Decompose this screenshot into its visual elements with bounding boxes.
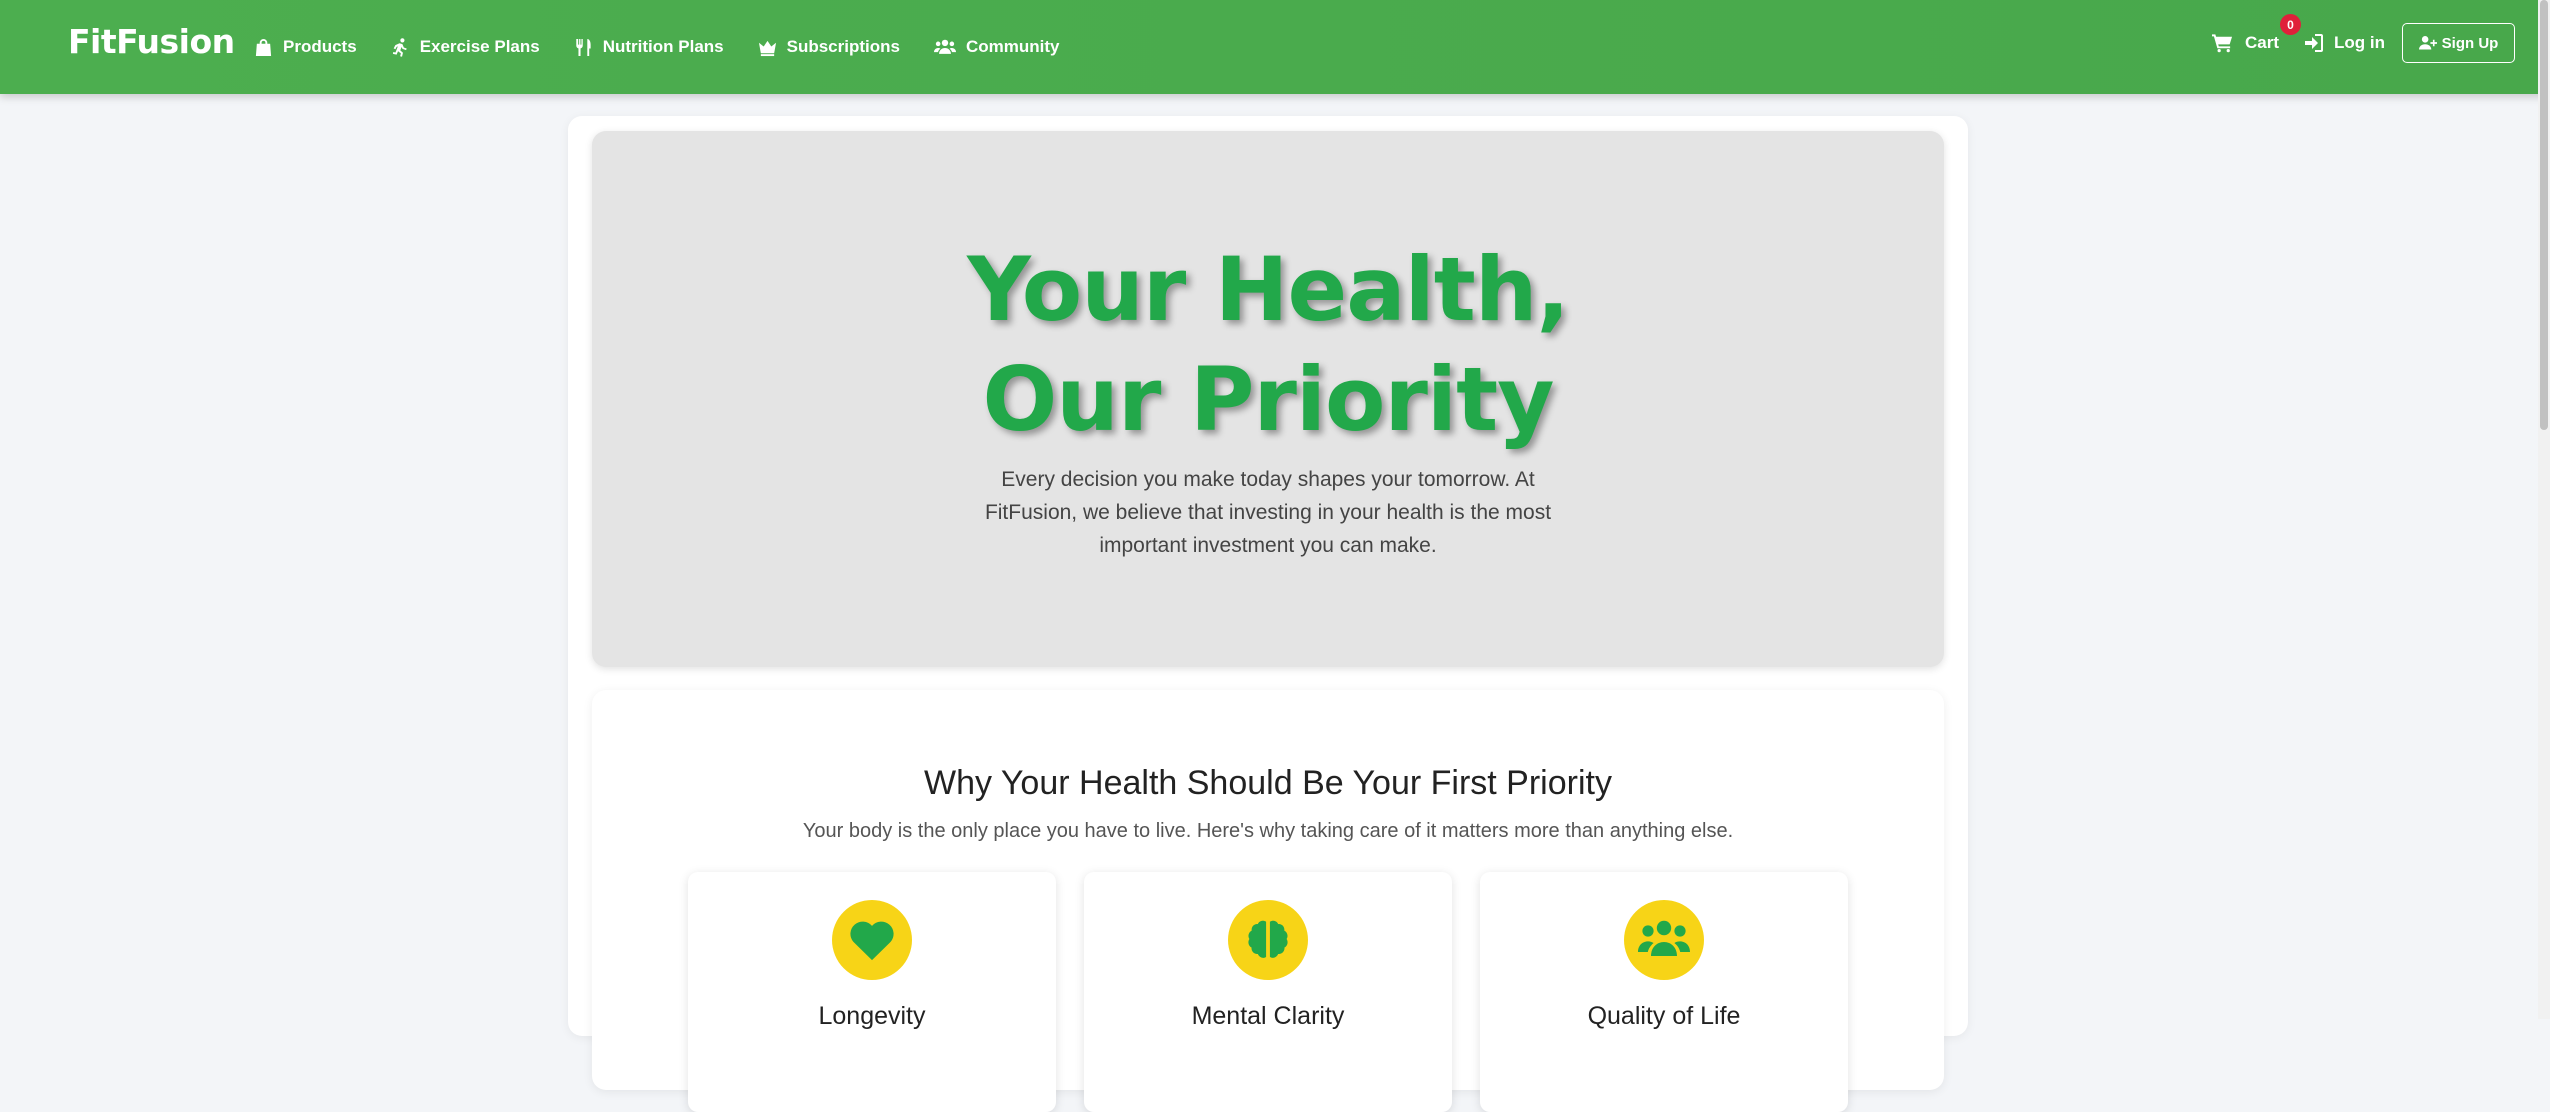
cart-link[interactable]: Cart xyxy=(2212,33,2279,53)
card-title: Mental Clarity xyxy=(1191,1002,1345,1030)
main-container: Your Health, Our Priority Every decision… xyxy=(568,116,1968,1112)
brand-logo[interactable]: FitFusion xyxy=(68,22,235,61)
nav-item-label: Community xyxy=(965,37,1060,56)
why-health-section: Why Your Health Should Be Your First Pri… xyxy=(592,690,1944,1112)
sign-in-icon xyxy=(2305,34,2323,52)
login-link[interactable]: Log in xyxy=(2304,33,2385,53)
users-icon xyxy=(933,39,956,54)
nav-item-label: Products xyxy=(283,37,357,56)
card-icon-circle xyxy=(1624,900,1704,980)
card-mental-clarity: Mental Clarity xyxy=(1084,872,1452,1112)
brain-icon xyxy=(1248,920,1288,958)
card-title: Quality of Life xyxy=(1587,1002,1741,1030)
user-plus-icon xyxy=(2418,36,2437,50)
crown-icon xyxy=(758,40,776,56)
people-group-icon xyxy=(1638,920,1690,956)
hero-description: Every decision you make today shapes you… xyxy=(984,468,1552,557)
section-subtitle: Your body is the only place you have to … xyxy=(802,820,1734,842)
page-scrollbar[interactable] xyxy=(2538,0,2550,1019)
heart-icon xyxy=(850,921,894,961)
cart-count-badge: 0 xyxy=(2280,14,2301,35)
cart-label: Cart xyxy=(2245,33,2280,52)
nav-item-label: Subscriptions xyxy=(786,37,900,56)
running-person-icon xyxy=(392,37,407,57)
navbar: FitFusion Products Exercise Plans Nutrit… xyxy=(0,0,2550,94)
card-title: Longevity xyxy=(818,1002,926,1030)
shopping-bag-icon xyxy=(255,38,272,56)
nav-item-exercise-plans[interactable]: Exercise Plans xyxy=(391,37,540,57)
nav-item-subscriptions[interactable]: Subscriptions xyxy=(758,37,900,57)
card-icon-circle xyxy=(832,900,912,980)
nav-links: Products Exercise Plans Nutrition Plans … xyxy=(254,0,1093,94)
section-title: Why Your Health Should Be Your First Pri… xyxy=(924,764,1612,802)
scrollbar-thumb[interactable] xyxy=(2540,0,2548,430)
nav-item-label: Nutrition Plans xyxy=(602,37,724,56)
signup-button[interactable]: Sign Up xyxy=(2402,23,2515,63)
nav-item-products[interactable]: Products xyxy=(254,37,357,57)
utensils-icon xyxy=(575,38,591,56)
cart-icon xyxy=(2212,34,2233,53)
hero-title: Your Health, Our Priority xyxy=(967,238,1570,451)
nav-item-community[interactable]: Community xyxy=(933,37,1060,57)
nav-item-nutrition-plans[interactable]: Nutrition Plans xyxy=(574,37,724,57)
signup-label: Sign Up xyxy=(2441,34,2499,52)
hero-section: Your Health, Our Priority Every decision… xyxy=(592,131,1944,667)
card-longevity: Longevity xyxy=(688,872,1056,1112)
card-icon-circle xyxy=(1228,900,1308,980)
card-quality-of-life: Quality of Life xyxy=(1480,872,1848,1112)
login-label: Log in xyxy=(2334,33,2385,52)
nav-item-label: Exercise Plans xyxy=(419,37,540,56)
